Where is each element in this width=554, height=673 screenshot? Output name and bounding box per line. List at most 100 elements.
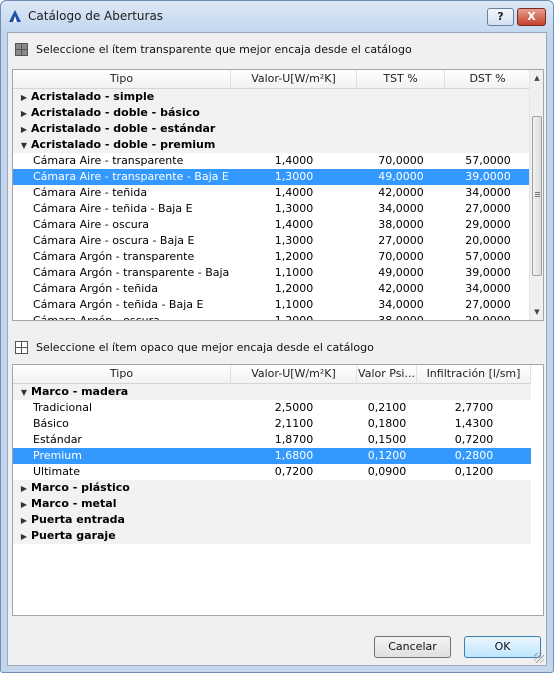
- opaque-catalog-table[interactable]: Tipo Valor-U[W/m²K] Valor Psi... Infiltr…: [12, 364, 544, 616]
- row-label: Cámara Aire - oscura - Baja E: [33, 234, 195, 247]
- row-label: Acristalado - doble - básico: [31, 106, 200, 119]
- table-row[interactable]: Cámara Aire - oscura 1,4000 38,0000 29,0000: [13, 217, 531, 233]
- row-label: Cámara Aire - teñida: [33, 186, 148, 199]
- scroll-down-arrow-icon[interactable]: ▼: [530, 304, 543, 320]
- cell-value: [231, 137, 357, 153]
- cell-value: 27,0000: [378, 234, 424, 247]
- table-rows: ▶ Acristalado - simple ▶ Acristalado - dobl…: [13, 89, 531, 321]
- row-label: Acristalado - simple: [31, 90, 155, 103]
- cell-value: [357, 528, 417, 544]
- group-row[interactable]: ▶ Acristalado - doble - básico: [13, 105, 531, 121]
- table-row[interactable]: Cámara Aire - teñida 1,4000 42,0000 34,0000: [13, 185, 531, 201]
- collapse-right-arrow-icon[interactable]: ▶: [17, 106, 31, 121]
- cell-value: [445, 89, 531, 105]
- column-header-tst[interactable]: TST %: [357, 70, 445, 89]
- row-label: Marco - metal: [31, 497, 117, 510]
- cell-value: 34,0000: [465, 282, 511, 295]
- group-row[interactable]: ▶ Puerta entrada: [13, 512, 531, 528]
- cell-value: 29,0000: [465, 218, 511, 231]
- row-label: Básico: [33, 417, 69, 430]
- column-header-tipo[interactable]: Tipo: [13, 365, 231, 384]
- scrollbar-thumb[interactable]: [532, 116, 542, 276]
- table-row[interactable]: Cámara Aire - teñida - Baja E 1,3000 34,00…: [13, 201, 531, 217]
- cell-value: 0,7200: [454, 433, 494, 446]
- app-logo-icon: [9, 10, 21, 22]
- row-label: Cámara Argón - teñida: [33, 282, 158, 295]
- column-header-u-value[interactable]: Valor-U[W/m²K]: [231, 70, 357, 89]
- cell-value: 29,0000: [465, 314, 511, 321]
- cell-value: 2,5000: [274, 401, 314, 414]
- group-row[interactable]: ▶ Acristalado - doble - estándar: [13, 121, 531, 137]
- cancel-button[interactable]: Cancelar: [374, 636, 451, 658]
- row-label: Premium: [33, 449, 82, 462]
- cell-value: 0,1800: [367, 417, 407, 430]
- cell-tipo: Cámara Aire - oscura - Baja E: [13, 233, 231, 249]
- table-row[interactable]: Cámara Argón - transparente - Baja E 1,10…: [13, 265, 531, 281]
- title-bar[interactable]: Catálogo de Aberturas ? X: [1, 1, 553, 31]
- table-row[interactable]: Cámara Aire - transparente 1,4000 70,0000 5…: [13, 153, 531, 169]
- expand-down-arrow-icon[interactable]: ▼: [17, 138, 31, 153]
- cell-value: 1,4300: [454, 417, 494, 430]
- cell-value: [417, 384, 531, 400]
- table-row[interactable]: Cámara Aire - transparente - Baja E 1,300…: [13, 169, 531, 185]
- column-header-u-value[interactable]: Valor-U[W/m²K]: [231, 365, 357, 384]
- table-row[interactable]: Cámara Argón - transparente 1,2000 70,0000…: [13, 249, 531, 265]
- cell-value: [231, 528, 357, 544]
- table-row[interactable]: Cámara Aire - oscura - Baja E 1,3000 27,00…: [13, 233, 531, 249]
- collapse-right-arrow-icon[interactable]: ▶: [17, 513, 31, 528]
- row-label: Acristalado - doble - estándar: [31, 122, 216, 135]
- collapse-right-arrow-icon[interactable]: ▶: [17, 481, 31, 496]
- cell-value: [231, 480, 357, 496]
- cell-value: 42,0000: [378, 282, 424, 295]
- table-row[interactable]: Tradicional 2,5000 0,2100 2,7700: [13, 400, 531, 416]
- scroll-up-arrow-icon[interactable]: ▲: [530, 70, 543, 86]
- column-header-psi[interactable]: Valor Psi...: [357, 365, 417, 384]
- cell-tipo: ▶ Acristalado - simple: [13, 89, 231, 105]
- column-header-tipo[interactable]: Tipo: [13, 70, 231, 89]
- cell-value: 39,0000: [465, 170, 511, 183]
- cell-value: 0,2100: [367, 401, 407, 414]
- cell-value: [417, 528, 531, 544]
- vertical-scrollbar[interactable]: ▲ ▼: [529, 70, 543, 320]
- column-header-infiltration[interactable]: Infiltración [l/sm]: [417, 365, 531, 384]
- cell-value: 49,0000: [378, 266, 424, 279]
- opaque-section-header: Seleccione el ítem opaco que mejor encaj…: [15, 339, 374, 355]
- table-row[interactable]: Cámara Argón - oscura 1,2000 38,0000 29,000…: [13, 313, 531, 321]
- close-button[interactable]: X: [517, 8, 546, 26]
- group-row[interactable]: ▼ Marco - madera: [13, 384, 531, 400]
- table-row[interactable]: Estándar 1,8700 0,1500 0,7200: [13, 432, 531, 448]
- cell-value: 34,0000: [378, 298, 424, 311]
- group-row[interactable]: ▶ Puerta garaje: [13, 528, 531, 544]
- cell-value: 2,7700: [454, 401, 494, 414]
- cell-value: 1,3000: [274, 202, 314, 215]
- table-header: Tipo Valor-U[W/m²K] TST % DST %: [13, 70, 531, 89]
- cell-tipo: Cámara Argón - teñida: [13, 281, 231, 297]
- transparent-catalog-table[interactable]: Tipo Valor-U[W/m²K] TST % DST % ▶ Acrista…: [12, 69, 544, 321]
- cell-value: 57,0000: [465, 154, 511, 167]
- resize-grip[interactable]: [534, 653, 544, 663]
- collapse-right-arrow-icon[interactable]: ▶: [17, 122, 31, 137]
- cell-tipo: Premium: [13, 448, 231, 464]
- cell-value: 1,1000: [274, 298, 314, 311]
- column-header-dst[interactable]: DST %: [445, 70, 531, 89]
- cell-tipo: Cámara Argón - teñida - Baja E: [13, 297, 231, 313]
- group-row[interactable]: ▶ Marco - metal: [13, 496, 531, 512]
- collapse-right-arrow-icon[interactable]: ▶: [17, 497, 31, 512]
- table-row[interactable]: Ultimate 0,7200 0,0900 0,1200: [13, 464, 531, 480]
- group-row[interactable]: ▼ Acristalado - doble - premium: [13, 137, 531, 153]
- table-row[interactable]: Básico 2,1100 0,1800 1,4300: [13, 416, 531, 432]
- cell-value: [445, 121, 531, 137]
- group-row[interactable]: ▶ Acristalado - simple: [13, 89, 531, 105]
- help-button[interactable]: ?: [487, 8, 514, 26]
- ok-button[interactable]: OK: [464, 636, 541, 658]
- cell-value: 1,4000: [274, 218, 314, 231]
- table-row[interactable]: Premium 1,6800 0,1200 0,2800: [13, 448, 531, 464]
- table-row[interactable]: Cámara Argón - teñida 1,2000 42,0000 34,000…: [13, 281, 531, 297]
- collapse-right-arrow-icon[interactable]: ▶: [17, 529, 31, 544]
- collapse-right-arrow-icon[interactable]: ▶: [17, 90, 31, 105]
- cell-tipo: ▼ Acristalado - doble - premium: [13, 137, 231, 153]
- table-row[interactable]: Cámara Argón - teñida - Baja E 1,1000 34,0…: [13, 297, 531, 313]
- group-row[interactable]: ▶ Marco - plástico: [13, 480, 531, 496]
- row-label: Puerta entrada: [31, 513, 125, 526]
- expand-down-arrow-icon[interactable]: ▼: [17, 385, 31, 400]
